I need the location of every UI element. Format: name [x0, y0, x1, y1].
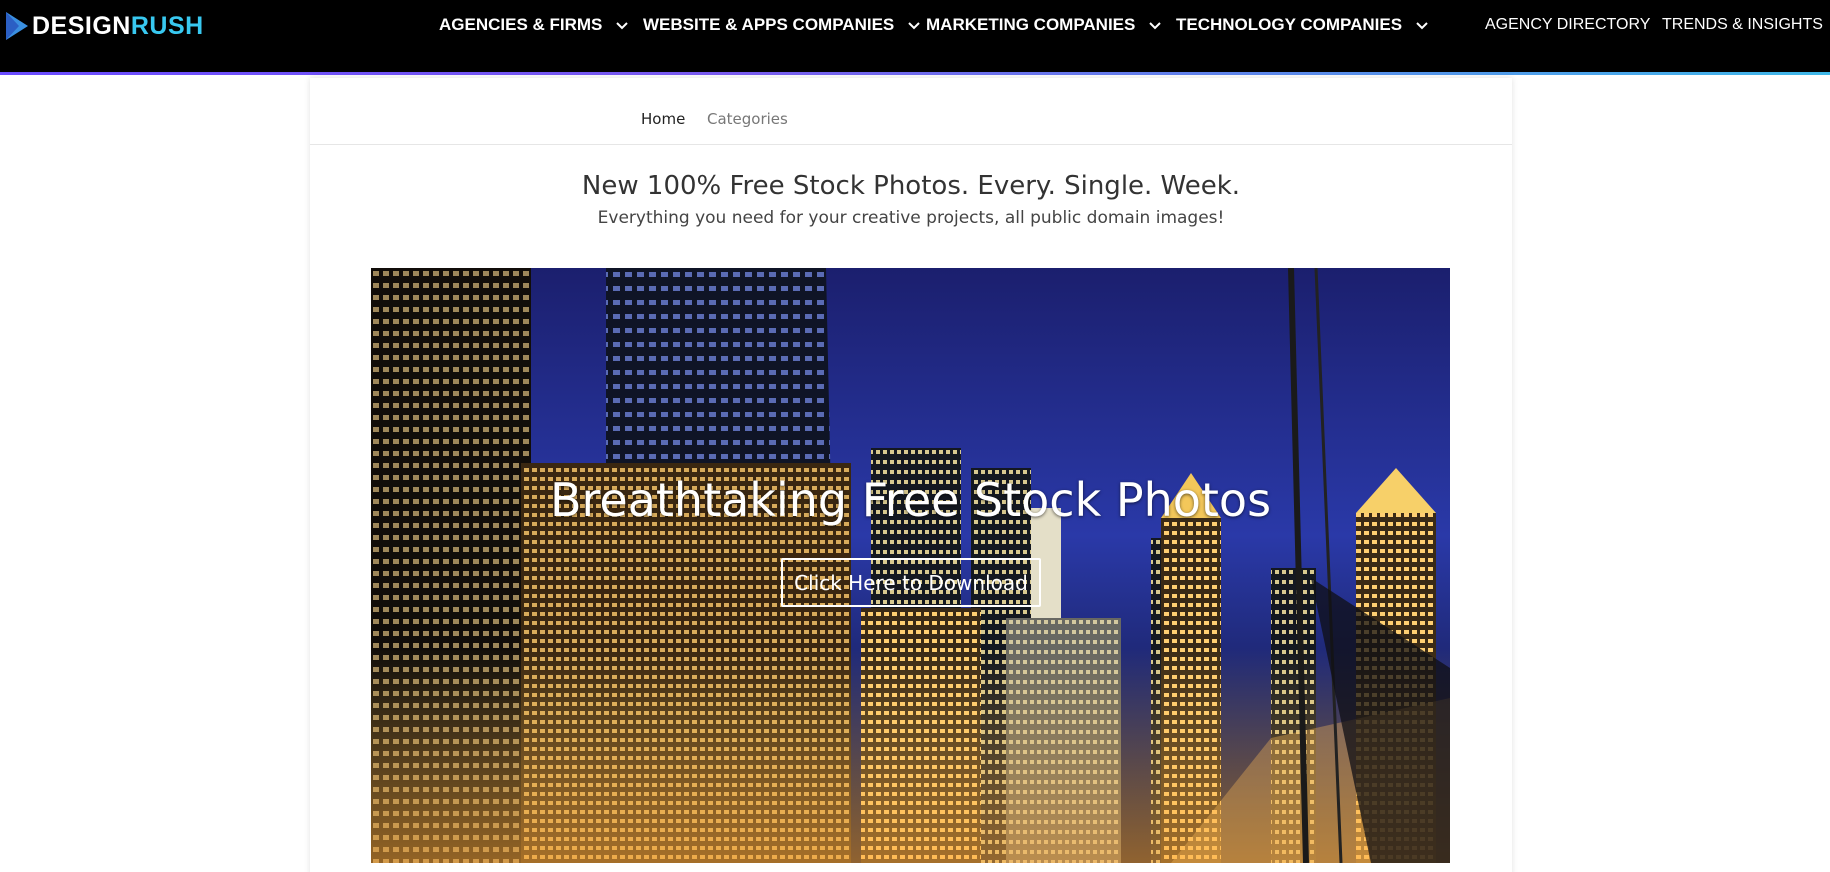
- breadcrumb-home[interactable]: Home: [641, 110, 685, 128]
- logo-play-icon: [6, 12, 28, 40]
- top-navbar: DESIGNRUSH AGENCIES & FIRMS WEBSITE & AP…: [0, 0, 1830, 72]
- breadcrumb-categories[interactable]: Categories: [707, 110, 788, 128]
- nav-label: WEBSITE & APPS COMPANIES: [643, 15, 895, 34]
- page-subheadline: Everything you need for your creative pr…: [597, 208, 1225, 228]
- nav-label: AGENCIES & FIRMS: [439, 15, 603, 34]
- content-card: Home Categories New 100% Free Stock Phot…: [310, 78, 1512, 872]
- logo-text-rush: RUSH: [130, 11, 204, 40]
- nav-label: TECHNOLOGY COMPANIES: [1176, 15, 1403, 34]
- chevron-down-icon: [616, 15, 629, 35]
- nav-agency-directory[interactable]: AGENCY DIRECTORY: [1485, 14, 1650, 36]
- hero-title: Breathtaking Free Stock Photos: [549, 473, 1272, 527]
- page-headline: New 100% Free Stock Photos. Every. Singl…: [581, 171, 1241, 201]
- chevron-down-icon: [1416, 15, 1428, 35]
- hero-slider[interactable]: Breathtaking Free Stock Photos Click Her…: [371, 268, 1450, 863]
- nav-technology-companies[interactable]: TECHNOLOGY COMPANIES: [1176, 14, 1428, 36]
- nav-marketing-companies[interactable]: MARKETING COMPANIES: [926, 14, 1162, 36]
- nav-website-apps-companies[interactable]: WEBSITE & APPS COMPANIES: [643, 14, 920, 36]
- logo-text-design: DESIGN: [32, 11, 131, 40]
- nav-label: MARKETING COMPANIES: [926, 15, 1136, 34]
- download-button[interactable]: Click Here to Download: [781, 558, 1041, 607]
- chevron-down-icon: [908, 15, 920, 35]
- nav-trends-insights[interactable]: TRENDS & INSIGHTS: [1662, 14, 1823, 36]
- chevron-down-icon: [1149, 15, 1162, 35]
- designrush-logo[interactable]: DESIGNRUSH: [6, 12, 204, 40]
- navbar-accent-line: [0, 72, 1830, 75]
- breadcrumb: Home Categories: [310, 78, 1512, 145]
- nav-agencies-firms[interactable]: AGENCIES & FIRMS: [439, 14, 629, 36]
